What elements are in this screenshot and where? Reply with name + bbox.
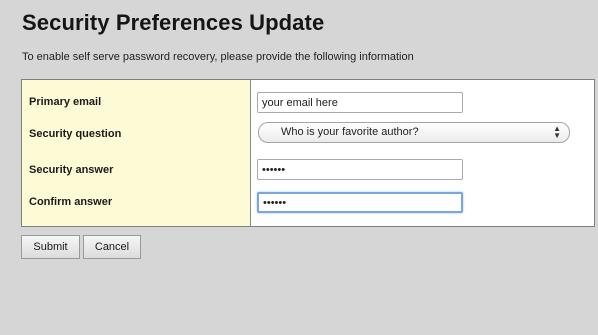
select-arrows-icon: ▲ ▼ [553,124,561,140]
security-question-selected-value: Who is your favorite author? [281,126,419,138]
cancel-button[interactable]: Cancel [83,235,141,259]
security-answer-label: Security answer [29,164,114,176]
primary-email-label: Primary email [29,96,102,108]
security-question-select[interactable]: Who is your favorite author? ▲ ▼ [258,122,570,143]
primary-email-input[interactable] [257,92,463,113]
security-answer-input[interactable] [257,159,463,180]
security-form: Primary email Security question Who is y… [21,79,595,227]
security-question-label: Security question [29,128,122,140]
page-subtitle: To enable self serve password recovery, … [22,51,414,63]
confirm-answer-input[interactable] [257,192,463,213]
confirm-answer-label: Confirm answer [29,196,113,208]
page-title: Security Preferences Update [22,10,325,35]
security-preferences-page: Security Preferences Update To enable se… [0,0,598,335]
submit-button[interactable]: Submit [21,235,80,259]
